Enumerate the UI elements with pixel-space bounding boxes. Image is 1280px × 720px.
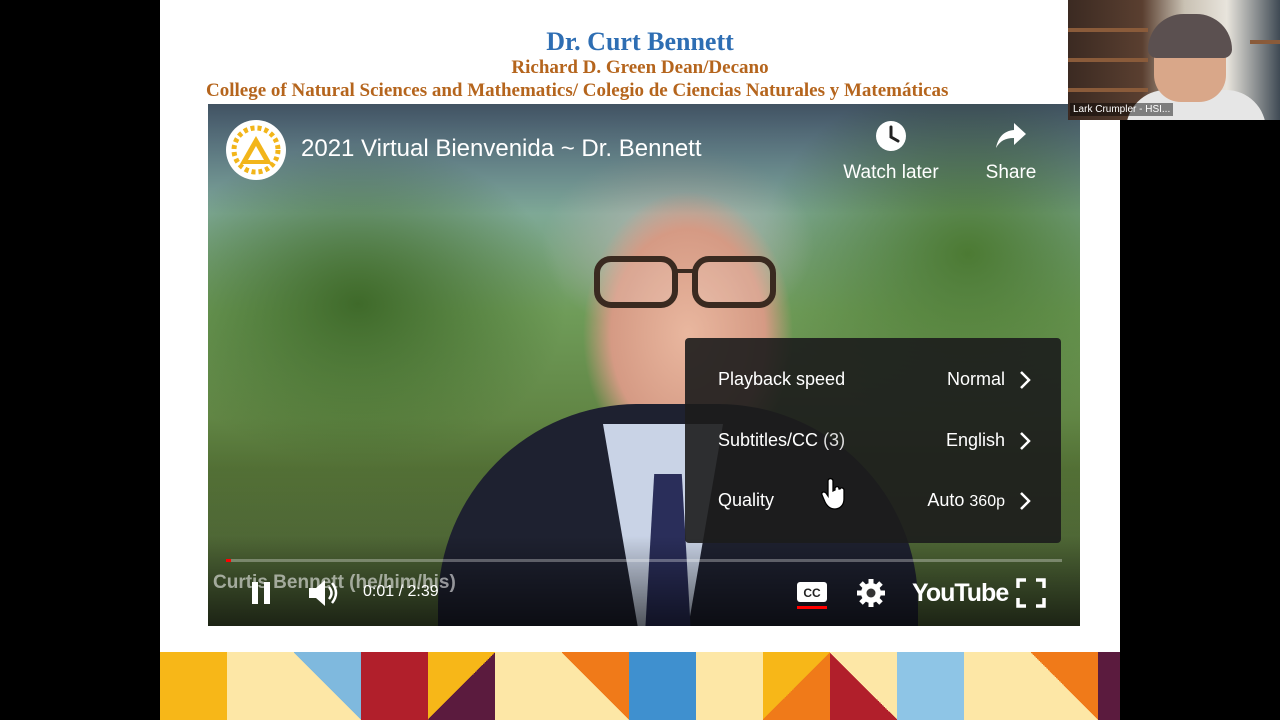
settings-menu: Playback speed Normal Subtitles/CC (3) E… — [685, 338, 1061, 543]
time-display: 0:01 / 2:39 — [363, 583, 439, 600]
slide-title-name: Dr. Curt Bennett — [546, 27, 734, 56]
share-label: Share — [985, 162, 1037, 183]
participant-name: Lark Crumpler - HSI... — [1070, 103, 1174, 116]
gear-icon[interactable] — [856, 578, 886, 608]
clock-icon — [876, 121, 906, 151]
watch-later-label: Watch later — [843, 162, 939, 183]
menu-item-subtitles[interactable]: Subtitles/CC (3) English — [685, 411, 1061, 471]
hand-cursor-icon — [821, 477, 845, 510]
progress-bar[interactable] — [226, 559, 1062, 562]
webcam-thumbnail[interactable]: Lark Crumpler - HSI... — [1068, 0, 1280, 120]
volume-icon[interactable] — [306, 578, 342, 608]
progress-played — [226, 559, 232, 562]
chevron-right-icon — [1020, 492, 1031, 510]
slide-title-role: Richard D. Green Dean/Decano — [511, 57, 769, 78]
cc-icon[interactable]: CC — [796, 580, 828, 610]
pause-icon[interactable] — [248, 580, 274, 606]
slide-title-college: College of Natural Sciences and Mathemat… — [206, 80, 949, 101]
chevron-right-icon — [1020, 432, 1031, 450]
youtube-logo[interactable]: YouTube — [912, 579, 1009, 608]
svg-text:CC: CC — [803, 586, 821, 600]
chevron-right-icon — [1020, 371, 1031, 389]
speaker-glasses — [594, 256, 776, 308]
menu-item-quality[interactable]: Quality Auto 360p — [685, 471, 1061, 531]
video-player[interactable]: 2021 Virtual Bienvenida ~ Dr. Bennett Wa… — [208, 104, 1080, 626]
share-arrow-icon — [996, 123, 1026, 148]
fullscreen-icon[interactable] — [1016, 578, 1046, 608]
share-button[interactable]: Share — [956, 120, 1066, 184]
decorative-banner — [160, 652, 1120, 720]
watch-later-button[interactable]: Watch later — [836, 120, 946, 184]
presentation-slide: Dr. Curt Bennett Richard D. Green Dean/D… — [160, 0, 1120, 720]
channel-logo[interactable] — [226, 120, 286, 180]
menu-item-playback-speed[interactable]: Playback speed Normal — [685, 350, 1061, 410]
video-title[interactable]: 2021 Virtual Bienvenida ~ Dr. Bennett — [301, 135, 702, 163]
